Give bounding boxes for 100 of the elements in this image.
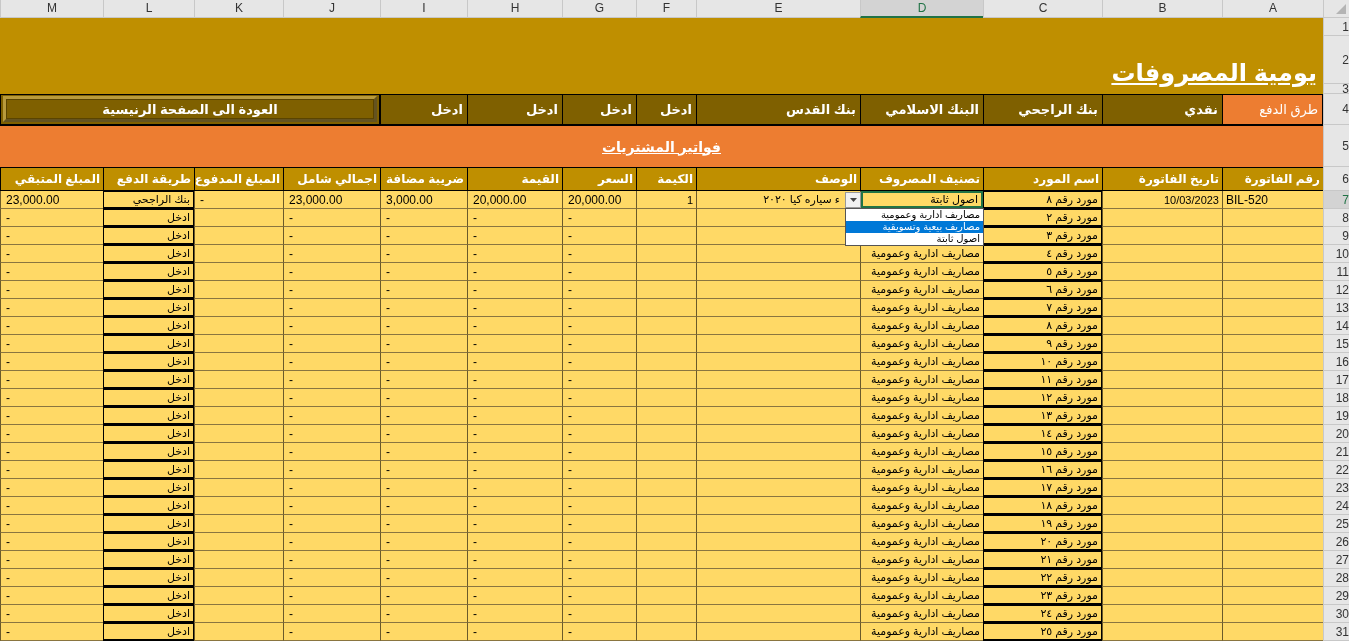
- column-header[interactable]: A: [1222, 0, 1323, 18]
- table-cell: -: [467, 497, 562, 515]
- table-cell: -: [380, 209, 467, 227]
- table-cell[interactable]: اصول ثابتة: [861, 191, 983, 208]
- table-cell: -: [283, 281, 380, 299]
- table-cell: -: [0, 425, 103, 443]
- column-header[interactable]: H: [467, 0, 562, 18]
- column-header[interactable]: I: [380, 0, 467, 18]
- payment-method-cell[interactable]: ادخل: [467, 94, 562, 125]
- row-header[interactable]: 5: [1323, 125, 1349, 167]
- row-header[interactable]: 26: [1323, 533, 1349, 551]
- table-cell: -: [283, 425, 380, 443]
- table-cell: -: [0, 569, 103, 587]
- row-header[interactable]: 30: [1323, 605, 1349, 623]
- row-header[interactable]: 11: [1323, 263, 1349, 281]
- column-header[interactable]: C: [983, 0, 1102, 18]
- row-header[interactable]: 2: [1323, 36, 1349, 84]
- table-cell: -: [0, 227, 103, 245]
- row-header[interactable]: 24: [1323, 497, 1349, 515]
- row-header[interactable]: 8: [1323, 209, 1349, 227]
- table-cell: مورد رقم ١٣: [983, 407, 1102, 425]
- row-header[interactable]: 1: [1323, 18, 1349, 36]
- column-header[interactable]: G: [562, 0, 636, 18]
- row-header[interactable]: 28: [1323, 569, 1349, 587]
- table-cell: مصاريف ادارية وعمومية: [860, 407, 983, 425]
- row-header[interactable]: 16: [1323, 353, 1349, 371]
- row-header[interactable]: 19: [1323, 407, 1349, 425]
- dropdown-option[interactable]: اصول ثابتة: [846, 233, 983, 245]
- column-header[interactable]: D: [860, 0, 983, 18]
- table-cell: -: [562, 587, 636, 605]
- row-header[interactable]: 13: [1323, 299, 1349, 317]
- table-cell: ادخل: [103, 209, 194, 227]
- table-cell: -: [0, 281, 103, 299]
- table-cell: ادخل: [103, 335, 194, 353]
- payment-method-cell[interactable]: البنك الاسلامي: [860, 94, 983, 125]
- column-heading: تصنيف المصروف: [860, 167, 983, 191]
- row-header[interactable]: 17: [1323, 371, 1349, 389]
- row-header[interactable]: 21: [1323, 443, 1349, 461]
- payment-method-cell[interactable]: ادخل: [562, 94, 636, 125]
- row-header[interactable]: 23: [1323, 479, 1349, 497]
- row-header[interactable]: 10: [1323, 245, 1349, 263]
- column-header[interactable]: M: [0, 0, 103, 18]
- table-cell: مورد رقم ١٧: [983, 479, 1102, 497]
- table-cell: -: [467, 569, 562, 587]
- row-header[interactable]: 6: [1323, 167, 1349, 191]
- row-header[interactable]: 12: [1323, 281, 1349, 299]
- table-cell: ادخل: [103, 281, 194, 299]
- table-cell: -: [467, 479, 562, 497]
- payment-method-cell[interactable]: بنك الراجحي: [983, 94, 1102, 125]
- row-header[interactable]: 4: [1323, 94, 1349, 125]
- payment-method-cell[interactable]: بنك القدس: [696, 94, 860, 125]
- table-cell: -: [0, 443, 103, 461]
- column-header[interactable]: K: [194, 0, 283, 18]
- row-header[interactable]: 15: [1323, 335, 1349, 353]
- table-cell: مصاريف ادارية وعمومية: [860, 335, 983, 353]
- row-header[interactable]: 18: [1323, 389, 1349, 407]
- row-header[interactable]: 22: [1323, 461, 1349, 479]
- column-header[interactable]: E: [696, 0, 860, 18]
- table-cell: -: [562, 425, 636, 443]
- table-cell: -: [467, 551, 562, 569]
- payment-label: طرق الدفع: [1222, 94, 1323, 125]
- home-button[interactable]: العودة الى الصفحة الرنيسية: [3, 96, 377, 122]
- table-cell: -: [283, 299, 380, 317]
- caret-icon: [849, 198, 857, 202]
- table-cell: -: [562, 551, 636, 569]
- table-cell: -: [0, 245, 103, 263]
- table-cell: -: [467, 353, 562, 371]
- column-header[interactable]: B: [1102, 0, 1222, 18]
- table-cell: -: [562, 335, 636, 353]
- row-header[interactable]: 9: [1323, 227, 1349, 245]
- dropdown-option[interactable]: مصاريف ادارية وعمومية: [846, 209, 983, 221]
- column-heading: ضريبة مضافة: [380, 167, 467, 191]
- dropdown-arrow-button[interactable]: [845, 192, 861, 208]
- row-header[interactable]: 20: [1323, 425, 1349, 443]
- table-cell: ادخل: [103, 569, 194, 587]
- row-header[interactable]: 7: [1323, 191, 1349, 209]
- column-header[interactable]: L: [103, 0, 194, 18]
- column-header[interactable]: J: [283, 0, 380, 18]
- payment-method-cell[interactable]: ادخل: [636, 94, 696, 125]
- row-header[interactable]: 27: [1323, 551, 1349, 569]
- dropdown-option[interactable]: مصاريف بيعية وتسويقية: [846, 221, 983, 233]
- table-cell: ادخل: [103, 443, 194, 461]
- table-cell: -: [467, 425, 562, 443]
- table-cell: -: [283, 551, 380, 569]
- table-cell: ادخل: [103, 533, 194, 551]
- row-header[interactable]: 25: [1323, 515, 1349, 533]
- table-cell: -: [562, 605, 636, 623]
- table-cell: مصاريف ادارية وعمومية: [860, 515, 983, 533]
- payment-method-cell[interactable]: نقدي: [1102, 94, 1222, 125]
- payment-method-cell[interactable]: ادخل: [380, 94, 467, 125]
- table-cell: -: [283, 479, 380, 497]
- table-cell: -: [380, 551, 467, 569]
- table-cell: -: [380, 569, 467, 587]
- row-header[interactable]: 29: [1323, 587, 1349, 605]
- table-cell: -: [283, 371, 380, 389]
- row-header[interactable]: 31: [1323, 623, 1349, 641]
- table-cell: -: [0, 497, 103, 515]
- row-header[interactable]: 14: [1323, 317, 1349, 335]
- table-cell: مورد رقم ٢٥: [983, 623, 1102, 641]
- column-header[interactable]: F: [636, 0, 696, 18]
